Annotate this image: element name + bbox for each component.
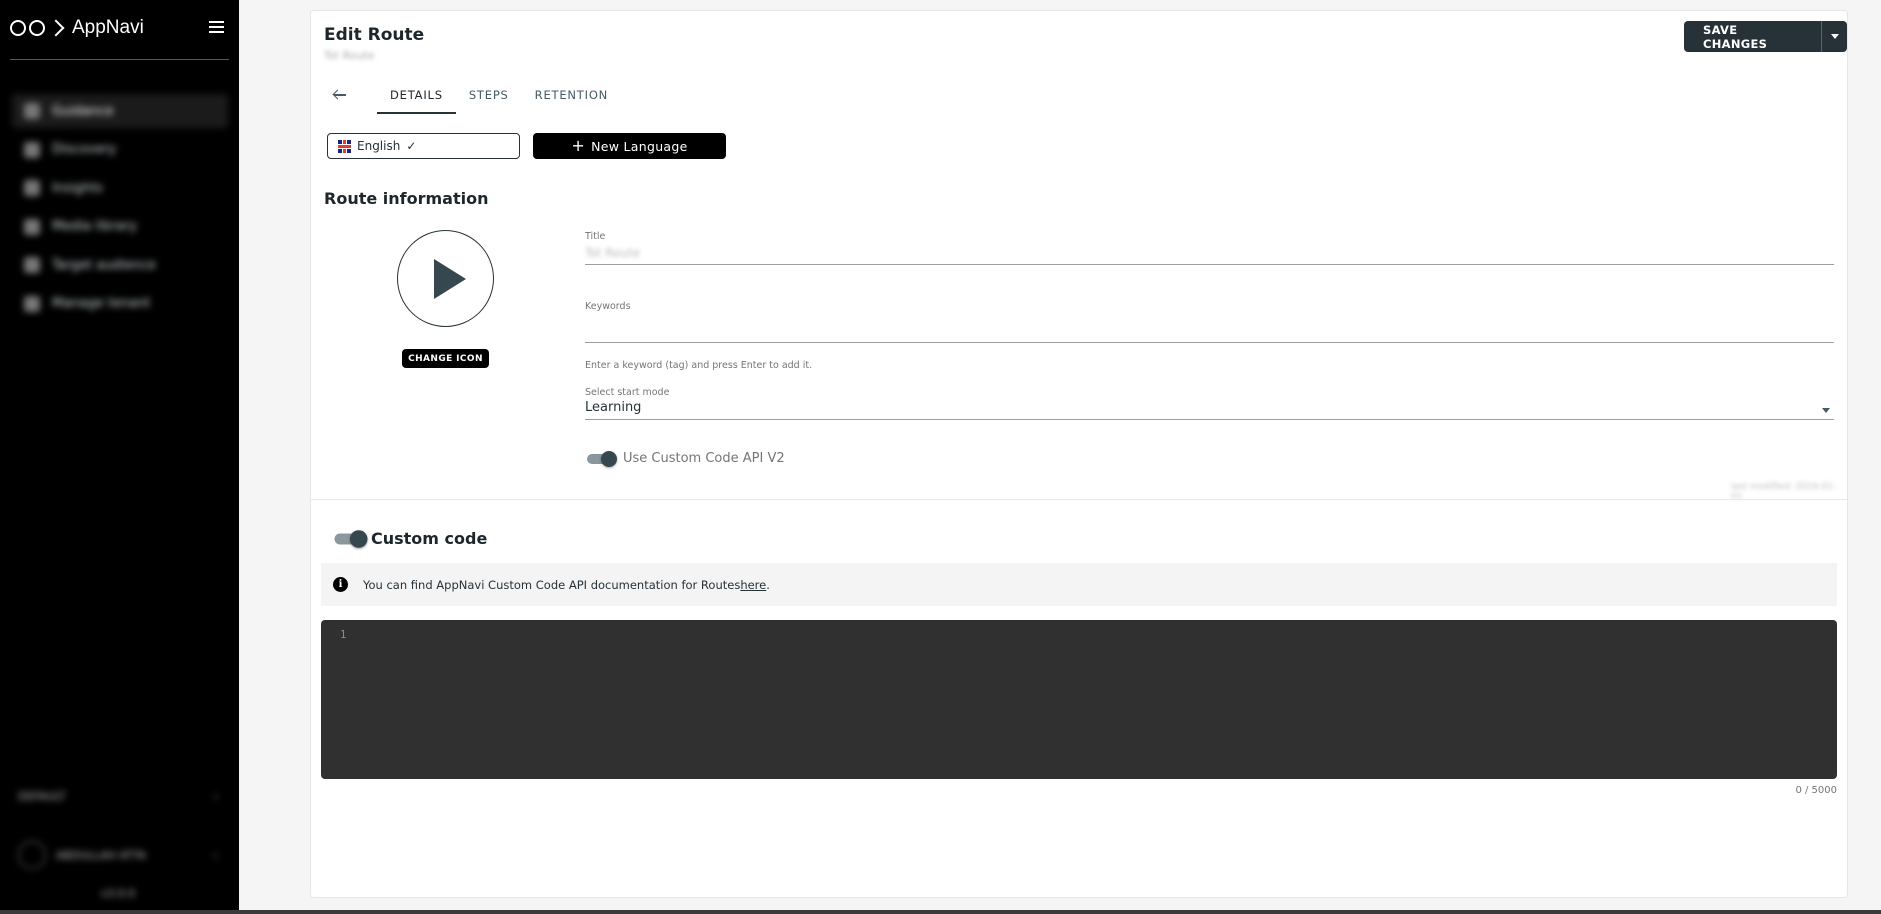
tab-retention[interactable]: RETENTION — [522, 83, 621, 114]
plus-icon: + — [571, 136, 586, 155]
info-icon: i — [333, 577, 348, 592]
custom-code-info-banner: i You can find AppNavi Custom Code API d… — [321, 563, 1837, 606]
sidebar-divider — [10, 59, 229, 60]
window-bottom-edge — [0, 910, 1881, 914]
chevron-right-icon: › — [213, 848, 218, 862]
brand[interactable]: AppNavi — [10, 14, 144, 42]
route-information-title: Route information — [324, 189, 489, 208]
title-input[interactable]: Tst Route — [585, 242, 1834, 264]
custom-code-api-v2-label: Use Custom Code API V2 — [623, 451, 785, 466]
language-chip-english[interactable]: English ✓ — [327, 133, 520, 159]
keywords-field[interactable]: Keywords — [585, 301, 1834, 343]
menu-icon[interactable] — [209, 21, 224, 33]
documentation-link[interactable]: here — [740, 578, 766, 592]
title-field[interactable]: Title Tst Route — [585, 231, 1834, 265]
page-subtitle: Tst Route — [324, 49, 375, 62]
save-changes-button[interactable]: SAVE CHANGES — [1684, 21, 1821, 52]
change-icon-button[interactable]: CHANGE ICON — [402, 349, 489, 368]
media-icon — [24, 218, 40, 235]
brand-name: AppNavi — [72, 17, 144, 38]
play-icon — [434, 259, 466, 299]
sidebar-item-media-library[interactable]: Media library — [12, 210, 228, 244]
version-label: v3.0.0 — [100, 887, 136, 900]
sidebar-item-guidance[interactable]: Guidance — [12, 94, 228, 128]
back-arrow-icon[interactable] — [333, 90, 347, 100]
start-mode-value: Learning — [585, 400, 642, 415]
keywords-label: Keywords — [585, 301, 631, 312]
sidebar: AppNavi Guidance Discovery Insights Medi… — [0, 0, 239, 914]
route-tabs: DETAILS STEPS RETENTION — [377, 83, 621, 114]
chevron-down-icon — [1822, 408, 1830, 413]
insights-icon — [24, 180, 40, 197]
sidebar-item-target-audience[interactable]: Target audience — [12, 248, 228, 282]
gear-icon — [24, 295, 40, 312]
tab-steps[interactable]: STEPS — [456, 83, 522, 114]
audience-icon — [24, 257, 40, 274]
sidebar-footer: DEFAULT › ABDULLAH ATTA › v3.0.0 — [18, 790, 218, 900]
guidance-icon — [24, 103, 40, 119]
sidebar-nav: Guidance Discovery Insights Media librar… — [12, 94, 228, 326]
page-title: Edit Route — [324, 25, 425, 45]
tab-details[interactable]: DETAILS — [377, 83, 456, 114]
new-language-button[interactable]: + New Language — [533, 133, 726, 159]
code-editor[interactable]: 1 — [321, 620, 1837, 779]
check-icon: ✓ — [406, 139, 417, 153]
save-button-group: SAVE CHANGES — [1684, 21, 1847, 52]
save-options-dropdown[interactable] — [1821, 21, 1847, 52]
custom-code-api-v2-toggle[interactable] — [587, 451, 617, 467]
sidebar-item-discovery[interactable]: Discovery — [12, 133, 228, 167]
start-mode-label: Select start mode — [585, 387, 670, 398]
user-menu[interactable]: ABDULLAH ATTA › — [18, 841, 218, 869]
section-divider — [311, 499, 1847, 500]
custom-code-toggle[interactable] — [334, 530, 368, 548]
appnavi-logo-icon — [10, 19, 65, 37]
sidebar-item-insights[interactable]: Insights — [12, 171, 228, 205]
character-counter: 0 / 5000 — [1795, 785, 1837, 796]
route-icon-preview — [397, 230, 494, 327]
edit-route-card: Edit Route Tst Route SAVE CHANGES DETAIL… — [310, 10, 1848, 898]
line-number: 1 — [340, 629, 347, 641]
keywords-helper-text: Enter a keyword (tag) and press Enter to… — [585, 360, 813, 371]
search-icon — [24, 141, 40, 158]
avatar — [18, 841, 46, 869]
keywords-input[interactable] — [585, 312, 1834, 342]
start-mode-select[interactable]: Select start mode Learning — [585, 387, 1834, 420]
sidebar-item-manage-tenant[interactable]: Manage tenant — [12, 287, 228, 321]
title-label: Title — [585, 231, 606, 242]
custom-code-title: Custom code — [371, 529, 488, 548]
caret-down-icon — [1830, 34, 1839, 39]
uk-flag-icon — [338, 139, 351, 153]
tenant-switcher[interactable]: DEFAULT › — [18, 790, 218, 803]
chevron-icon: › — [213, 790, 218, 803]
